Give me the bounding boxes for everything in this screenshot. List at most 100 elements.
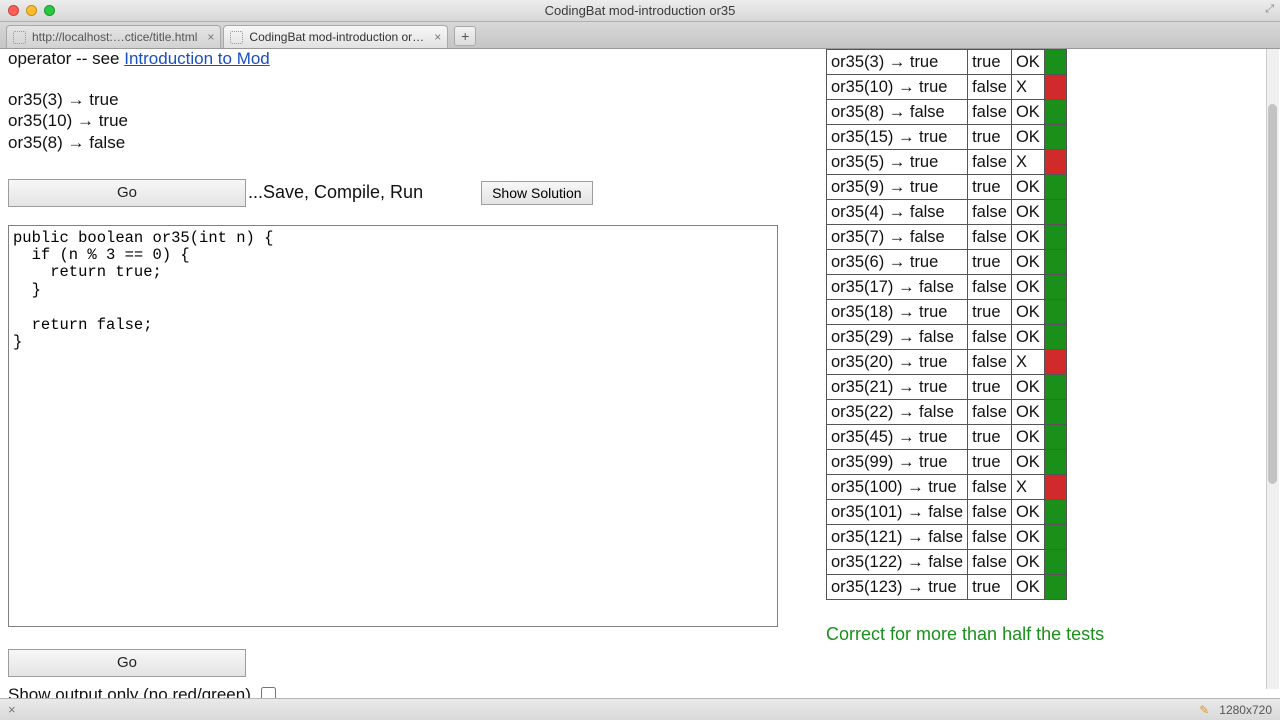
problem-description: operator -- see Introduction to Mod: [8, 49, 808, 69]
dimensions-label: 1280x720: [1219, 703, 1272, 717]
run-cell: true: [968, 425, 1012, 450]
expected-cell: or35(99) → true: [827, 450, 968, 475]
close-tab-icon[interactable]: ×: [207, 30, 214, 44]
save-compile-run-label: ...Save, Compile, Run: [248, 182, 423, 203]
scrollbar-thumb[interactable]: [1268, 104, 1277, 484]
expected-cell: or35(18) → true: [827, 300, 968, 325]
status-cell: OK: [1011, 50, 1044, 75]
vertical-scrollbar[interactable]: [1266, 49, 1279, 689]
status-cell: OK: [1011, 525, 1044, 550]
status-cell: OK: [1011, 575, 1044, 600]
run-cell: true: [968, 50, 1012, 75]
expected-cell: or35(20) → true: [827, 350, 968, 375]
expected-cell: or35(10) → true: [827, 75, 968, 100]
window-title: CodingBat mod-introduction or35: [0, 3, 1280, 18]
table-row: or35(8) → falsefalseOK: [827, 100, 1067, 125]
status-bar: × ✎ 1280x720: [0, 698, 1280, 720]
table-row: or35(7) → falsefalseOK: [827, 225, 1067, 250]
expected-cell: or35(3) → true: [827, 50, 968, 75]
expand-icon[interactable]: ⤢: [1265, 3, 1274, 16]
table-row: or35(5) → truefalseX: [827, 150, 1067, 175]
browser-tab-2[interactable]: CodingBat mod-introduction or… ×: [223, 25, 448, 48]
table-row: or35(21) → truetrueOK: [827, 375, 1067, 400]
table-row: or35(6) → truetrueOK: [827, 250, 1067, 275]
expected-cell: or35(29) → false: [827, 325, 968, 350]
status-swatch: [1044, 200, 1066, 225]
expected-cell: or35(45) → true: [827, 425, 968, 450]
expected-cell: or35(7) → false: [827, 225, 968, 250]
table-row: or35(17) → falsefalseOK: [827, 275, 1067, 300]
status-swatch: [1044, 425, 1066, 450]
status-swatch: [1044, 225, 1066, 250]
intro-to-mod-link[interactable]: Introduction to Mod: [124, 49, 270, 68]
table-row: or35(45) → truetrueOK: [827, 425, 1067, 450]
expected-cell: or35(15) → true: [827, 125, 968, 150]
run-cell: false: [968, 75, 1012, 100]
status-cell: OK: [1011, 125, 1044, 150]
table-row: or35(123) → truetrueOK: [827, 575, 1067, 600]
table-row: or35(3) → truetrueOK: [827, 50, 1067, 75]
status-cell: OK: [1011, 375, 1044, 400]
expected-cell: or35(100) → true: [827, 475, 968, 500]
results-table: or35(3) → truetrueOKor35(10) → truefalse…: [826, 49, 1067, 600]
status-swatch: [1044, 125, 1066, 150]
expected-cell: or35(9) → true: [827, 175, 968, 200]
show-solution-button[interactable]: Show Solution: [481, 181, 593, 205]
status-swatch: [1044, 400, 1066, 425]
example-item: or35(8) → false: [8, 132, 808, 153]
browser-tabstrip: http://localhost:…ctice/title.html × Cod…: [0, 22, 1280, 49]
table-row: or35(18) → truetrueOK: [827, 300, 1067, 325]
status-cell: X: [1011, 475, 1044, 500]
run-cell: true: [968, 300, 1012, 325]
status-swatch: [1044, 375, 1066, 400]
status-swatch: [1044, 500, 1066, 525]
table-row: or35(121) → falsefalseOK: [827, 525, 1067, 550]
status-cell: OK: [1011, 175, 1044, 200]
table-row: or35(15) → truetrueOK: [827, 125, 1067, 150]
status-cell: OK: [1011, 550, 1044, 575]
expected-cell: or35(101) → false: [827, 500, 968, 525]
status-swatch: [1044, 300, 1066, 325]
run-cell: false: [968, 150, 1012, 175]
status-swatch: [1044, 250, 1066, 275]
status-swatch: [1044, 525, 1066, 550]
table-row: or35(99) → truetrueOK: [827, 450, 1067, 475]
close-tab-icon[interactable]: ×: [434, 30, 441, 44]
statusbar-close-icon[interactable]: ×: [8, 702, 16, 717]
go-button-2[interactable]: Go: [8, 649, 246, 677]
example-item: or35(3) → true: [8, 89, 808, 110]
status-cell: OK: [1011, 275, 1044, 300]
run-cell: false: [968, 225, 1012, 250]
code-editor[interactable]: [8, 225, 778, 627]
status-cell: OK: [1011, 400, 1044, 425]
run-cell: false: [968, 475, 1012, 500]
status-cell: OK: [1011, 250, 1044, 275]
expected-cell: or35(17) → false: [827, 275, 968, 300]
table-row: or35(9) → truetrueOK: [827, 175, 1067, 200]
status-swatch: [1044, 150, 1066, 175]
browser-tab-1[interactable]: http://localhost:…ctice/title.html ×: [6, 25, 221, 48]
tab-label: http://localhost:…ctice/title.html: [32, 30, 197, 44]
status-swatch: [1044, 350, 1066, 375]
description-text: operator -- see: [8, 49, 124, 68]
go-button[interactable]: Go: [8, 179, 246, 207]
table-row: or35(29) → falsefalseOK: [827, 325, 1067, 350]
run-cell: false: [968, 350, 1012, 375]
status-cell: X: [1011, 75, 1044, 100]
status-swatch: [1044, 75, 1066, 100]
status-cell: OK: [1011, 100, 1044, 125]
status-swatch: [1044, 475, 1066, 500]
status-swatch: [1044, 50, 1066, 75]
run-cell: false: [968, 200, 1012, 225]
expected-cell: or35(5) → true: [827, 150, 968, 175]
page-icon: [13, 31, 26, 44]
status-cell: X: [1011, 350, 1044, 375]
window-titlebar: CodingBat mod-introduction or35 ⤢: [0, 0, 1280, 22]
run-cell: true: [968, 250, 1012, 275]
status-cell: OK: [1011, 200, 1044, 225]
status-cell: OK: [1011, 300, 1044, 325]
table-row: or35(20) → truefalseX: [827, 350, 1067, 375]
page-icon: [230, 31, 243, 44]
status-cell: X: [1011, 150, 1044, 175]
new-tab-button[interactable]: +: [454, 26, 476, 46]
